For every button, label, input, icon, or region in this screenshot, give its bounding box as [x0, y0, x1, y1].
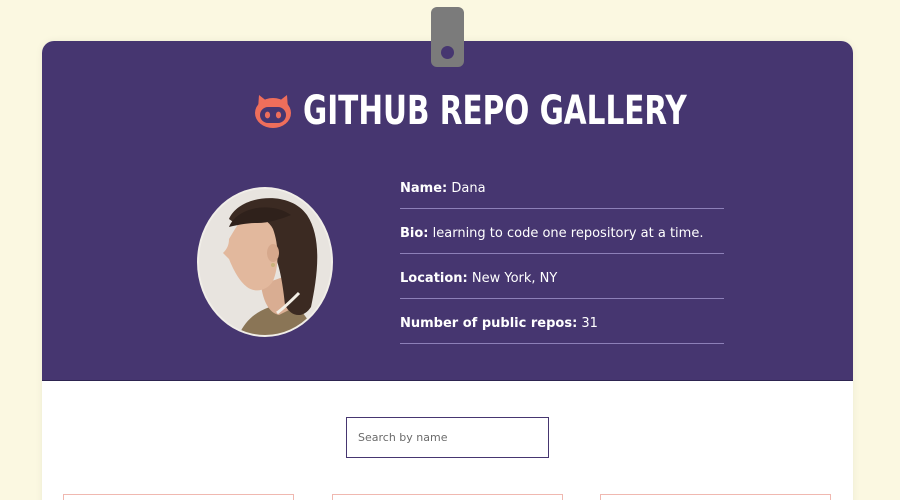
- repos-label: Number of public repos:: [400, 316, 578, 331]
- repo-card[interactable]: [332, 494, 563, 500]
- name-value: Dana: [451, 181, 486, 196]
- repo-card[interactable]: [600, 494, 831, 500]
- octocat-icon: [254, 95, 291, 128]
- title-row: GITHUB REPO GALLERY: [42, 86, 853, 136]
- location-value: New York, NY: [471, 271, 558, 286]
- profile-repos-row: Number of public repos: 31: [400, 300, 724, 344]
- profile-location-row: Location: New York, NY: [400, 255, 724, 299]
- clip-hole: [441, 46, 454, 59]
- location-label: Location:: [400, 271, 468, 286]
- profile-bio-row: Bio: learning to code one repository at …: [400, 210, 724, 254]
- avatar-image: [199, 189, 331, 335]
- bio-value: learning to code one repository at a tim…: [432, 226, 704, 241]
- profile-info: Name: Dana Bio: learning to code one rep…: [400, 165, 724, 344]
- clipboard-clip: [431, 7, 464, 67]
- clipboard-board: GITHUB REPO GALLERY Name: Dana Bio: lear…: [42, 41, 853, 500]
- name-label: Name:: [400, 181, 448, 196]
- repo-card[interactable]: [63, 494, 294, 500]
- bio-label: Bio:: [400, 226, 429, 241]
- page-title: GITHUB REPO GALLERY: [302, 88, 687, 134]
- search-input[interactable]: [346, 417, 549, 458]
- profile-header: GITHUB REPO GALLERY Name: Dana Bio: lear…: [42, 41, 853, 381]
- profile-name-row: Name: Dana: [400, 165, 724, 209]
- page: GITHUB REPO GALLERY Name: Dana Bio: lear…: [0, 0, 900, 500]
- repos-value: 31: [581, 316, 598, 331]
- avatar: [197, 187, 333, 337]
